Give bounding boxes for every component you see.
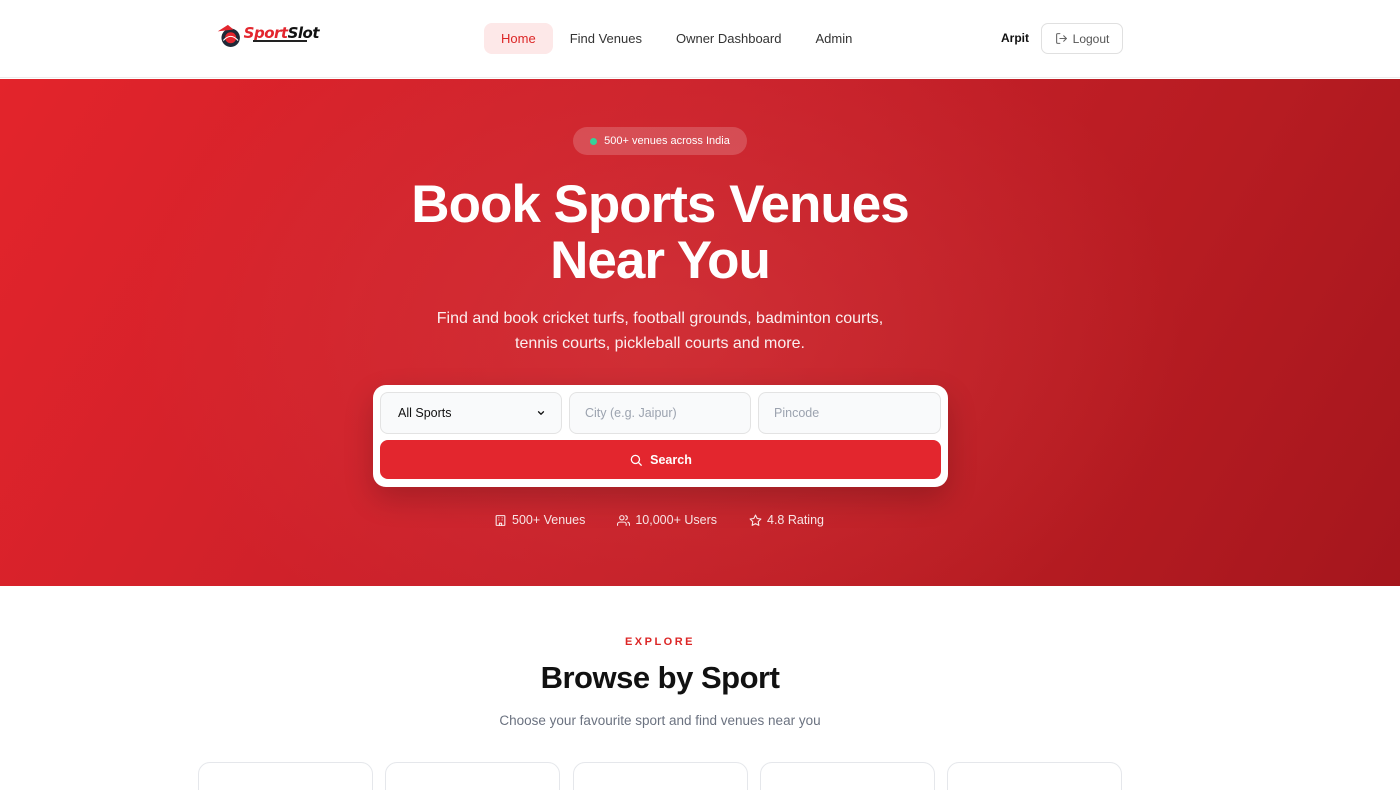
stat-rating: 4.8 Rating — [749, 513, 824, 527]
cricket-ball-logo-icon — [217, 24, 240, 47]
main-nav: Home Find Venues Owner Dashboard Admin — [484, 23, 869, 54]
stat-venues-label: 500+ Venues — [512, 513, 586, 527]
sport-select-value: All Sports — [398, 406, 452, 420]
stat-users: 10,000+ Users — [617, 513, 717, 527]
hero-title-line1: Book Sports Venues — [411, 175, 909, 234]
building-icon — [495, 514, 506, 526]
section-subtitle: Choose your favourite sport and find ven… — [499, 713, 821, 728]
brand-tagline-stroke — [253, 40, 307, 42]
hero-subtitle: Find and book cricket turfs, football gr… — [436, 310, 884, 352]
star-icon — [749, 514, 762, 526]
badge-text: 500+ venues across India — [604, 135, 730, 147]
logout-button[interactable]: Logout — [1041, 23, 1123, 54]
sport-select[interactable]: All Sports — [380, 392, 562, 434]
section-eyebrow: EXPLORE — [624, 636, 696, 648]
nav-admin[interactable]: Admin — [798, 23, 869, 54]
search-button-label: Search — [650, 452, 692, 467]
hero-title-line2: Near You — [550, 231, 771, 290]
nav-home[interactable]: Home — [484, 23, 553, 54]
logout-icon — [1055, 33, 1067, 44]
search-button[interactable]: Search — [380, 440, 941, 479]
chevron-down-icon — [537, 411, 545, 415]
sport-card[interactable] — [385, 762, 560, 790]
search-icon — [630, 454, 643, 466]
sportslot-logo[interactable]: SportSlot — [215, 20, 320, 50]
sport-card[interactable] — [760, 762, 935, 790]
users-icon — [617, 514, 631, 526]
stat-venues: 500+ Venues — [494, 513, 585, 527]
current-user-name: Arpit — [1001, 31, 1029, 45]
sport-card[interactable] — [573, 762, 748, 790]
sport-card[interactable] — [198, 762, 373, 790]
search-panel: All Sports City (e.g. Jaipur) Pincode Se… — [373, 385, 948, 487]
venues-count-badge: 500+ venues across India — [573, 127, 747, 155]
stat-users-label: 10,000+ Users — [635, 513, 717, 527]
logout-label: Logout — [1072, 31, 1110, 46]
city-input[interactable]: City (e.g. Jaipur) — [569, 392, 751, 434]
hero-title: Book Sports Venues Near You — [330, 177, 990, 289]
nav-owner-dashboard[interactable]: Owner Dashboard — [659, 23, 799, 54]
section-title: Browse by Sport — [540, 660, 780, 695]
top-navbar: SportSlot Home Find Venues Owner Dashboa… — [0, 0, 1400, 78]
pincode-input[interactable]: Pincode — [758, 392, 941, 434]
online-dot-icon — [590, 137, 598, 145]
hero-section: 500+ venues across India Book Sports Ven… — [0, 79, 1400, 586]
sport-card[interactable] — [947, 762, 1122, 790]
hero-stats: 500+ Venues 10,000+ Users 4.8 Rating — [494, 513, 824, 527]
stat-rating-label: 4.8 Rating — [767, 513, 824, 527]
nav-find-venues[interactable]: Find Venues — [553, 23, 659, 54]
